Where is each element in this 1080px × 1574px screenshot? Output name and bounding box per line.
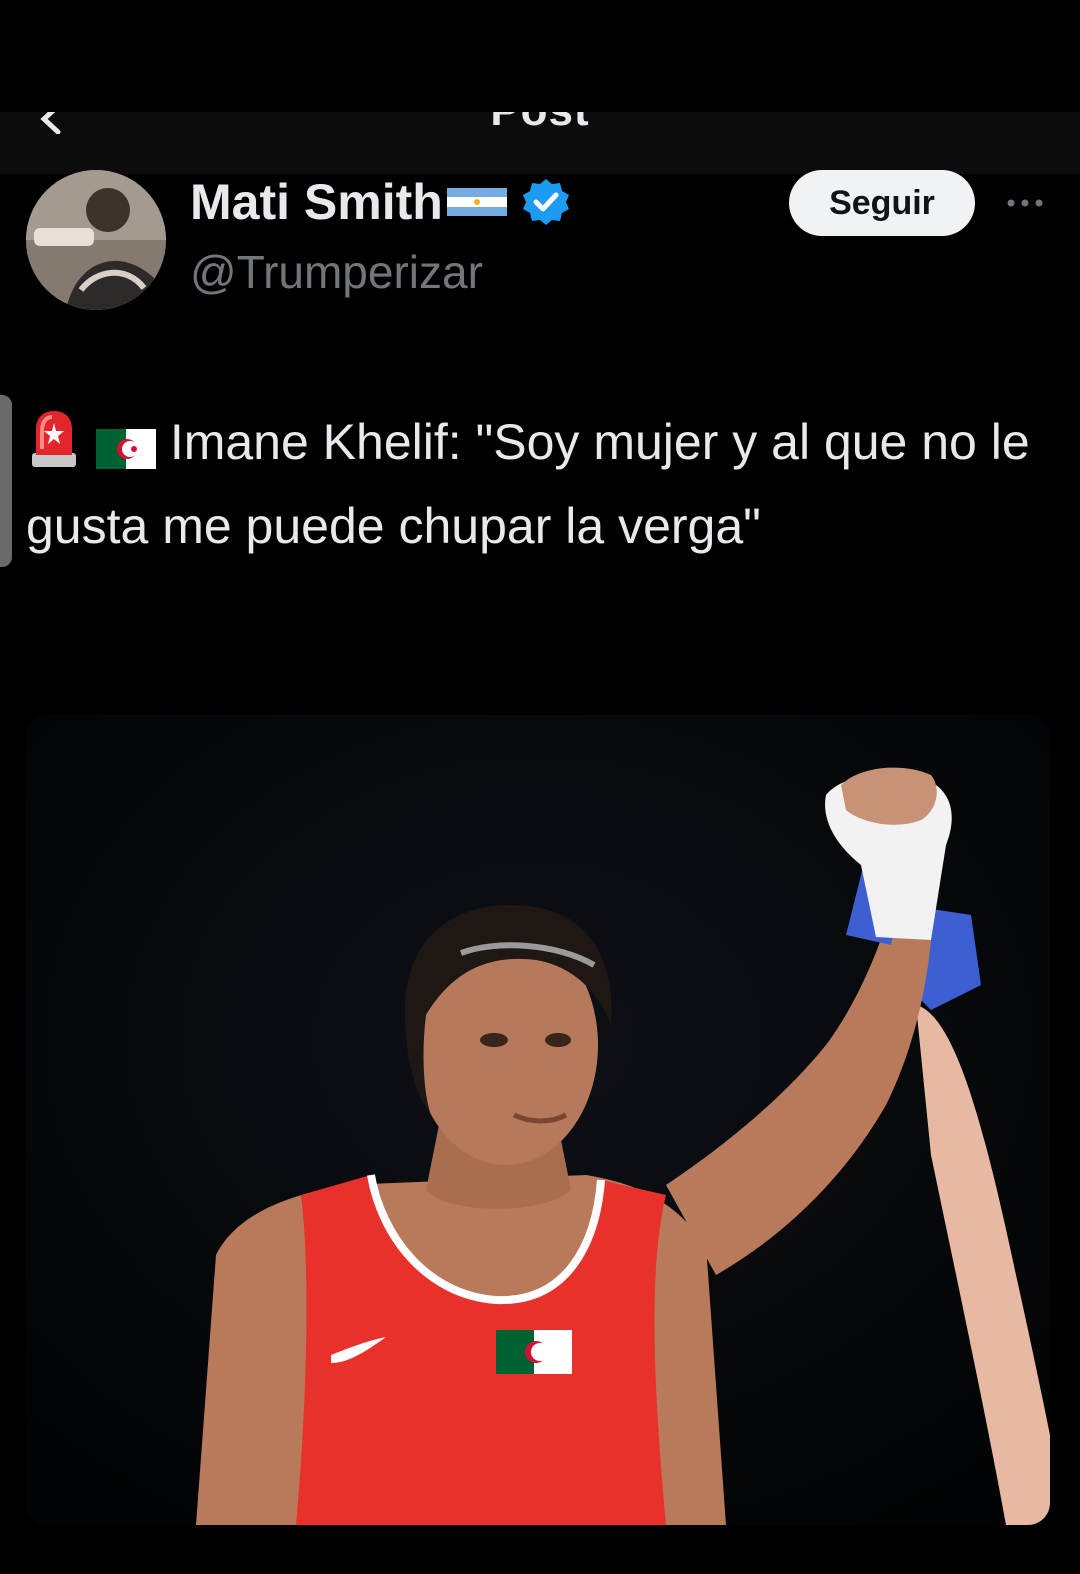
boxer-photo	[26, 715, 1050, 1525]
display-name[interactable]: Mati Smith	[190, 173, 443, 231]
argentina-flag-icon	[446, 188, 507, 216]
tweet-text: Imane Khelif: "Soy mujer y al que no le …	[26, 400, 1036, 568]
verified-badge-icon	[522, 179, 569, 225]
author-handle[interactable]: @Trumperizar	[190, 245, 483, 299]
algeria-flag-emoji-icon	[95, 429, 156, 469]
siren-emoji-icon	[32, 411, 76, 467]
side-drag-handle[interactable]	[0, 395, 12, 567]
author-name-row: Mati Smith	[190, 172, 571, 232]
avatar-photo	[26, 170, 166, 310]
page-title: Post	[0, 112, 1080, 136]
avatar[interactable]	[26, 170, 166, 310]
tweet-media-image[interactable]	[26, 715, 1050, 1525]
tweet-body: Imane Khelif: "Soy mujer y al que no le …	[26, 414, 1030, 554]
top-bar: Post	[0, 112, 1080, 174]
follow-button[interactable]: Seguir	[789, 170, 975, 236]
more-options-icon[interactable]	[1003, 193, 1047, 213]
